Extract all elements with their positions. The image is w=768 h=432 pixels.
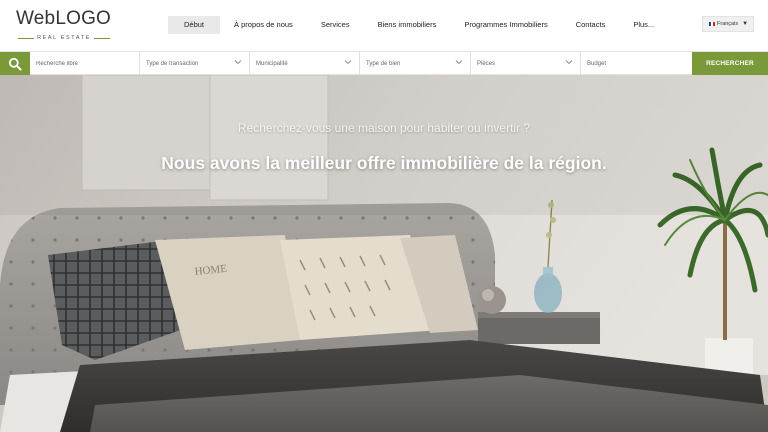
site-header: WebLOGO REAL ESTATE Début À propos de no… bbox=[0, 0, 768, 50]
nav-item-properties[interactable]: Biens immobiliers bbox=[364, 16, 451, 34]
main-nav: Début À propos de nous Services Biens im… bbox=[168, 16, 668, 34]
chevron-down-icon bbox=[234, 60, 242, 65]
hero-banner: HOME Recherchez-vous une maison pour hab… bbox=[0, 75, 768, 432]
language-label: Français bbox=[717, 21, 739, 27]
search-button[interactable]: RECHERCHER bbox=[692, 52, 768, 75]
chevron-down-icon bbox=[565, 60, 573, 65]
nav-item-about[interactable]: À propos de nous bbox=[220, 16, 307, 34]
transaction-type-label: Type de transaction bbox=[146, 60, 199, 67]
municipality-label: Municipalité bbox=[256, 60, 288, 67]
search-icon bbox=[8, 57, 22, 71]
free-search-field bbox=[30, 52, 140, 75]
nav-item-contacts[interactable]: Contacts bbox=[562, 16, 620, 34]
french-flag-icon bbox=[709, 22, 715, 26]
search-bar: Type de transaction Municipalité Type de… bbox=[0, 51, 768, 75]
budget-field[interactable]: Budget bbox=[581, 52, 692, 75]
logo-text: WebLOGO bbox=[16, 8, 112, 29]
nav-item-more[interactable]: Plus... bbox=[619, 16, 668, 34]
nav-item-programs[interactable]: Programmes Immobiliers bbox=[450, 16, 561, 34]
nav-item-services[interactable]: Services bbox=[307, 16, 364, 34]
chevron-down-icon bbox=[455, 60, 463, 65]
language-selector[interactable]: Français ▼ bbox=[702, 16, 754, 32]
municipality-select[interactable]: Municipalité bbox=[250, 52, 360, 75]
property-type-label: Type de bien bbox=[366, 60, 401, 67]
nav-item-debut[interactable]: Début bbox=[168, 16, 221, 34]
search-icon-button[interactable] bbox=[0, 52, 30, 75]
logo-tagline: REAL ESTATE bbox=[16, 33, 112, 43]
transaction-type-select[interactable]: Type de transaction bbox=[140, 52, 250, 75]
logo[interactable]: WebLOGO REAL ESTATE bbox=[16, 8, 112, 43]
property-type-select[interactable]: Type de bien bbox=[360, 52, 471, 75]
free-search-input[interactable] bbox=[36, 60, 139, 67]
hero-subtitle: Recherchez-vous une maison pour habiter … bbox=[237, 121, 531, 135]
rooms-label: Pièces bbox=[477, 60, 496, 67]
rooms-select[interactable]: Pièces bbox=[471, 52, 581, 75]
caret-down-icon: ▼ bbox=[742, 21, 749, 27]
hero-title: Nous avons la meilleur offre immobilière… bbox=[161, 153, 607, 173]
chevron-down-icon bbox=[344, 60, 352, 65]
budget-label: Budget bbox=[587, 60, 607, 67]
